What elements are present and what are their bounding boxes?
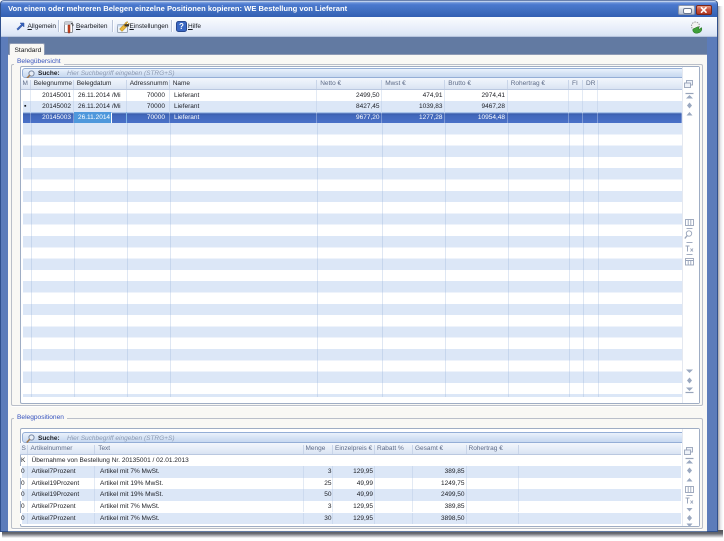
svg-text:?: ?	[179, 22, 184, 31]
